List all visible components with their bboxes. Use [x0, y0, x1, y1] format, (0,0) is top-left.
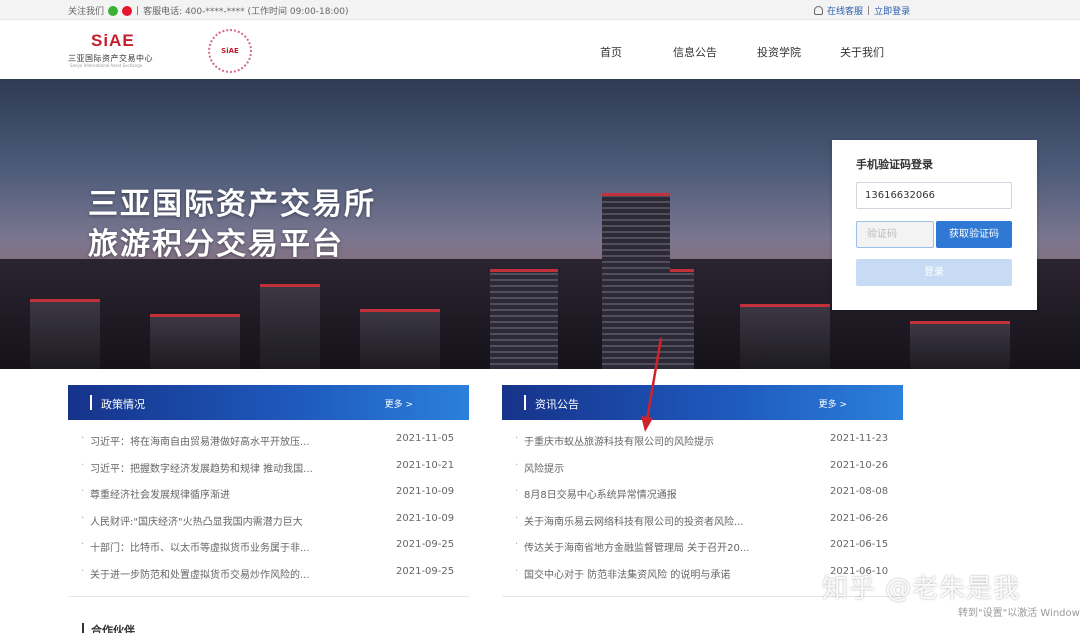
arrow-shaft: [645, 337, 663, 421]
annotation-arrow: [641, 337, 663, 432]
arrow-head: [641, 416, 653, 432]
windows-activation-notice: 转到"设置"以激活 Windows: [958, 608, 1080, 619]
zhihu-watermark: 知乎 @老朱是我: [822, 574, 1021, 604]
